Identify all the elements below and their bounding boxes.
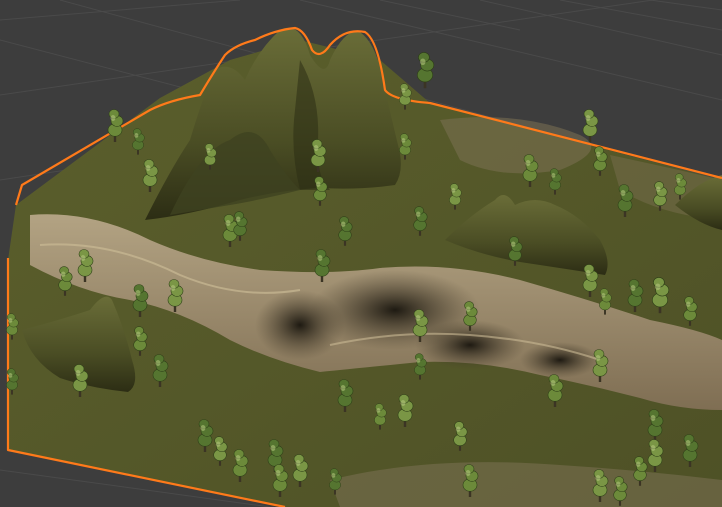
3d-viewport[interactable] [0,0,722,507]
canyon-shadow [520,342,600,378]
tree [582,109,599,142]
terrain-object[interactable] [6,26,722,507]
tree [416,52,435,89]
viewport-scene[interactable] [0,0,722,507]
canyon-shadow [255,290,345,360]
